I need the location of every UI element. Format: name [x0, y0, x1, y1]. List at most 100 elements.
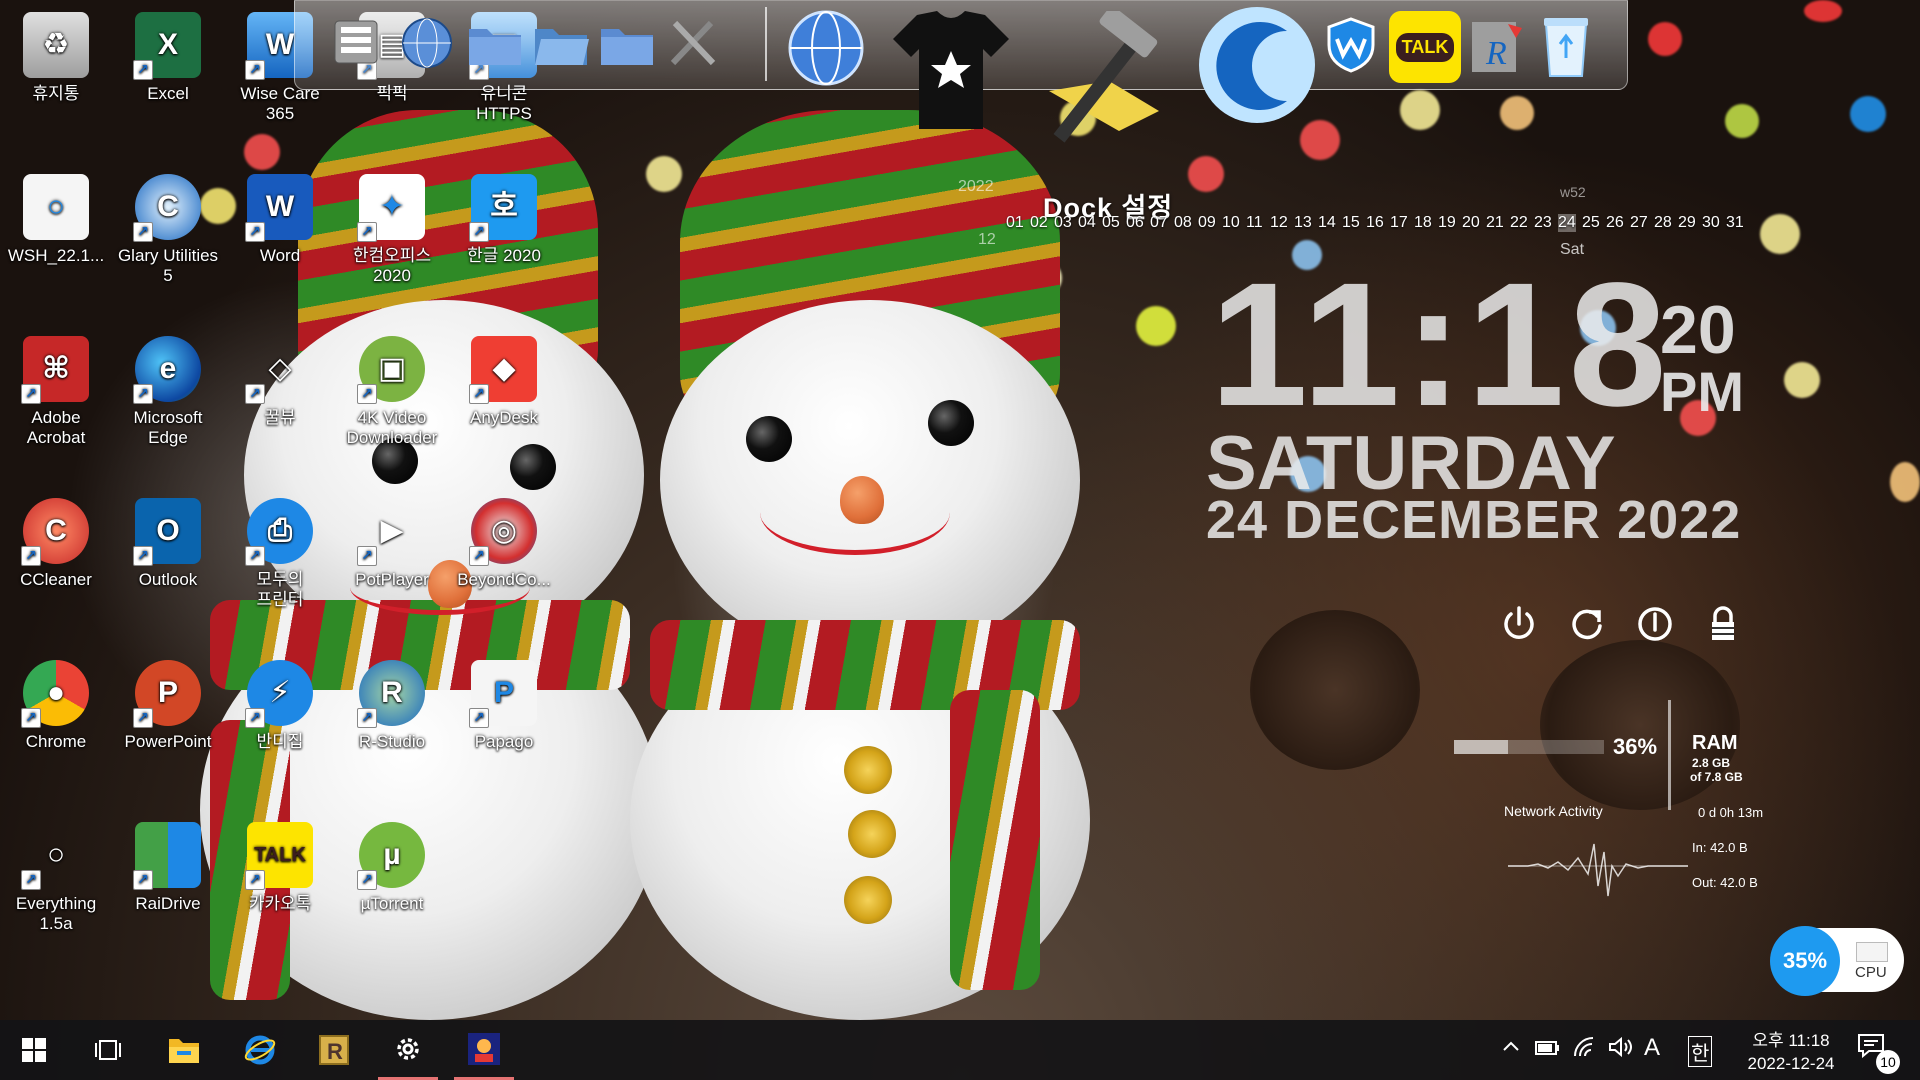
- excel-icon: X ↗: [133, 12, 201, 80]
- desktop-shortcut[interactable]: W ↗ Word: [228, 166, 332, 266]
- desktop-shortcut-label: Excel: [147, 84, 189, 103]
- folder-icon[interactable]: [463, 13, 527, 73]
- desktop-shortcut[interactable]: ▶ ↗ PotPlayer: [340, 490, 444, 590]
- desktop-shortcut-label: Outlook: [138, 570, 198, 589]
- hammer-icon[interactable]: [1029, 11, 1179, 159]
- desktop-shortcut[interactable]: X ↗ Excel: [116, 4, 220, 104]
- desktop-shortcut[interactable]: ○ WSH_22.1...: [4, 166, 108, 266]
- desktop-shortcut[interactable]: µ ↗ µTorrent: [340, 814, 444, 914]
- app-button[interactable]: [454, 1020, 514, 1080]
- shortcut-arrow-icon: ↗: [133, 870, 153, 890]
- desktop-shortcut[interactable]: ○ ↗ Everything 1.5a: [4, 814, 108, 934]
- raidrive-button[interactable]: R: [304, 1020, 364, 1080]
- desktop-shortcut[interactable]: ✦ ↗ 한컴오피스 2020: [340, 166, 444, 286]
- desktop-shortcut-label: 한컴오피스 2020: [352, 246, 432, 285]
- kakaotalk-icon[interactable]: TALK: [1389, 11, 1461, 83]
- desktop-shortcut-label: Microsoft Edge: [133, 408, 203, 447]
- raidrive-icon: ↗: [133, 822, 201, 890]
- ram-used: 2.8 GB: [1692, 756, 1731, 770]
- lock-icon[interactable]: [1700, 604, 1746, 650]
- desktop-shortcut[interactable]: ◇ ↗ 꿀뷰: [228, 328, 332, 428]
- desktop-shortcut[interactable]: O ↗ Outlook: [116, 490, 220, 590]
- desktop-shortcut[interactable]: C ↗ Glary Utilities 5: [116, 166, 220, 286]
- hancom-office-icon: ✦ ↗: [357, 174, 425, 242]
- shortcut-arrow-icon: ↗: [21, 870, 41, 890]
- recycle-bin-icon[interactable]: [1533, 9, 1599, 81]
- settings-gear-icon: [397, 1037, 419, 1060]
- desktop-shortcut-label: PotPlayer: [355, 570, 429, 589]
- calendar-day: 06: [1126, 214, 1144, 231]
- battery-icon[interactable]: [1534, 1036, 1562, 1064]
- ime-hangul-indicator[interactable]: 한: [1688, 1036, 1713, 1067]
- calendar-week: w52: [1560, 184, 1586, 200]
- desktop-shortcut[interactable]: ⎙ ↗ 모두의 프린터: [228, 490, 332, 610]
- desktop-shortcut[interactable]: ▣ ↗ 4K Video Downloader: [340, 328, 444, 448]
- glary-icon[interactable]: [1195, 1, 1321, 131]
- tshirt-icon[interactable]: [887, 5, 1015, 135]
- desktop-shortcut-label: BeyondCo...: [457, 570, 551, 589]
- restart-icon[interactable]: [1564, 604, 1610, 650]
- show-hidden-icons-chevron-icon[interactable]: [1500, 1036, 1522, 1064]
- globe-icon[interactable]: [395, 11, 459, 75]
- desktop-shortcut[interactable]: ↗ RaiDrive: [116, 814, 220, 914]
- raidrive-icon: R: [319, 1035, 349, 1065]
- start-button[interactable]: [4, 1020, 64, 1080]
- r-studio-icon[interactable]: R: [1463, 11, 1535, 83]
- adobe-acrobat-icon: ⌘ ↗: [21, 336, 89, 404]
- clock-time: 11:18: [1210, 247, 1671, 443]
- desktop-shortcut[interactable]: P ↗ PowerPoint: [116, 652, 220, 752]
- calendar-day: 23: [1534, 214, 1552, 231]
- shortcut-arrow-icon: ↗: [245, 870, 265, 890]
- ram-label: RAM: [1692, 732, 1738, 754]
- network-out-value: Out: 42.0 B: [1692, 875, 1758, 890]
- ccleaner-icon: C ↗: [21, 498, 89, 566]
- shortcut-arrow-icon: ↗: [21, 708, 41, 728]
- volume-icon[interactable]: [1608, 1036, 1634, 1064]
- calendar-day: 25: [1582, 214, 1600, 231]
- desktop-shortcut[interactable]: ● ↗ Chrome: [4, 652, 108, 752]
- wsh-file-icon: ○: [23, 174, 89, 240]
- windows-start-icon: [22, 1038, 46, 1062]
- desktop-shortcut[interactable]: 호 ↗ 한글 2020: [452, 166, 556, 266]
- desktop-shortcut[interactable]: ◆ ↗ AnyDesk: [452, 328, 556, 428]
- calendar-day: 09: [1198, 214, 1216, 231]
- shutdown-icon[interactable]: [1496, 604, 1542, 650]
- r-studio-icon: R ↗: [357, 660, 425, 728]
- calendar-day: 04: [1078, 214, 1096, 231]
- desktop-shortcut[interactable]: ⌘ ↗ Adobe Acrobat: [4, 328, 108, 448]
- folder-open-icon[interactable]: [529, 13, 593, 73]
- desktop-shortcut[interactable]: ♻ 휴지통: [4, 4, 108, 104]
- network-in-value: In: 42.0 B: [1692, 840, 1748, 855]
- logoff-icon[interactable]: [1632, 604, 1678, 650]
- dock-separator: [765, 7, 767, 81]
- file-manager-icon[interactable]: [327, 11, 391, 75]
- honeyview-icon: ◇ ↗: [245, 336, 313, 404]
- globe-network-icon[interactable]: [783, 5, 869, 91]
- calendar-day: 14: [1318, 214, 1336, 231]
- wise-shield-icon[interactable]: [1319, 13, 1383, 77]
- shortcut-arrow-icon: ↗: [133, 222, 153, 242]
- desktop-shortcut[interactable]: C ↗ CCleaner: [4, 490, 108, 590]
- task-view-button[interactable]: [78, 1020, 138, 1080]
- desktop-shortcut[interactable]: P ↗ Papago: [452, 652, 556, 752]
- desktop-shortcut[interactable]: R ↗ R-Studio: [340, 652, 444, 752]
- desktop-shortcut[interactable]: TALK ↗ 카카오톡: [228, 814, 332, 914]
- file-explorer-button[interactable]: [154, 1020, 214, 1080]
- glary-utilities-icon: C ↗: [133, 174, 201, 242]
- internet-explorer-button[interactable]: [230, 1020, 290, 1080]
- shortcut-arrow-icon: ↗: [245, 384, 265, 404]
- pine-cone: [1540, 640, 1740, 810]
- tray-clock-time[interactable]: 오후 11:18: [1740, 1026, 1842, 1051]
- ime-language-indicator[interactable]: A: [1644, 1034, 1660, 1062]
- cpu-label: CPU: [1855, 964, 1887, 981]
- folder-icon[interactable]: [595, 13, 659, 73]
- wifi-icon[interactable]: [1572, 1036, 1598, 1064]
- desktop-shortcut[interactable]: ⚡ ↗ 반디집: [228, 652, 332, 752]
- desktop-shortcut[interactable]: ◎ ↗ BeyondCo...: [452, 490, 556, 590]
- desktop-shortcut[interactable]: e ↗ Microsoft Edge: [116, 328, 220, 448]
- tools-icon[interactable]: [661, 11, 725, 75]
- settings-button[interactable]: [378, 1020, 438, 1080]
- cpu-percent: 35%: [1770, 926, 1840, 996]
- tray-clock-date[interactable]: 2022-12-24: [1732, 1054, 1850, 1074]
- shortcut-arrow-icon: ↗: [469, 384, 489, 404]
